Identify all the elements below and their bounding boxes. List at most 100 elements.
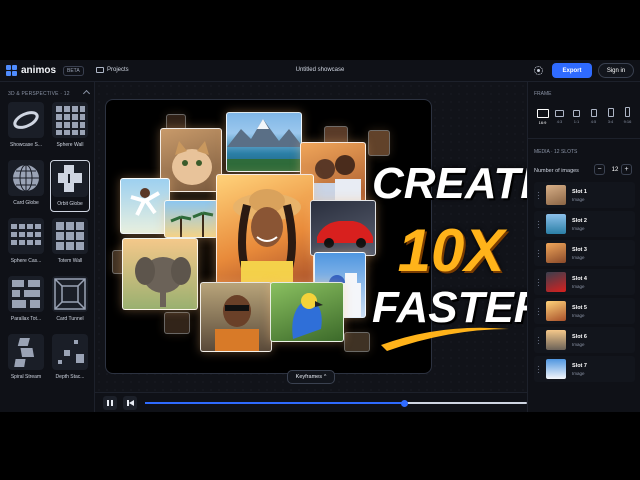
preset-label: Card Globe	[13, 200, 39, 206]
preset-thumbnail	[8, 102, 44, 138]
app-logo[interactable]: animos BETA	[6, 65, 84, 76]
drag-handle-icon[interactable]	[537, 365, 540, 373]
photo-card	[368, 130, 390, 156]
photo-card-man-sunglasses	[200, 282, 272, 352]
preset-label: Totem Wall	[57, 258, 83, 264]
preset-sphere-cascade[interactable]: Sphere Cas...	[6, 218, 46, 270]
photo-card	[344, 332, 370, 352]
media-slot[interactable]: Slot 3 Image	[534, 240, 635, 266]
pause-button[interactable]	[103, 396, 117, 410]
ratio-16-9[interactable]: 16:9	[536, 107, 549, 129]
preset-depth-stack[interactable]: Depth Stac...	[50, 334, 90, 386]
app-window: animos BETA Projects Untitled showcase E…	[0, 60, 640, 412]
beta-badge: BETA	[63, 65, 84, 76]
ratio-4-3[interactable]: 4:3	[553, 107, 566, 129]
chevron-up-icon[interactable]	[82, 89, 91, 98]
slot-thumbnail	[546, 272, 566, 292]
number-of-images-label: Number of images	[534, 168, 579, 174]
logo-icon	[6, 65, 17, 76]
headline-create: CREATE	[372, 159, 550, 208]
ratio-label: 9:16	[623, 119, 632, 124]
ratio-shape	[625, 107, 630, 117]
ratio-9-16[interactable]: 9:16	[621, 107, 634, 129]
slot-thumbnail	[546, 243, 566, 263]
slot-thumbnail	[546, 214, 566, 234]
slot-thumbnail	[546, 359, 566, 379]
export-button[interactable]: Export	[552, 63, 592, 78]
timeline-playhead[interactable]	[401, 399, 409, 407]
slot-name: Slot 6	[572, 334, 587, 340]
photo-card	[164, 312, 190, 334]
slot-thumbnail	[546, 330, 566, 350]
preset-label: Showcase S...	[10, 142, 42, 148]
ratio-label: 4:3	[556, 119, 563, 124]
keyframes-button[interactable]: Keyframes ^	[287, 370, 335, 384]
ratio-4-5[interactable]: 4:5	[587, 107, 600, 129]
slot-name: Slot 5	[572, 305, 587, 311]
media-slot[interactable]: Slot 7 Image	[534, 356, 635, 382]
ratio-3-4[interactable]: 3:4	[604, 107, 617, 129]
inspector-panel: FRAME 16:9 4:3 1:1 4:5 3:4 9:16 MEDIA · …	[527, 82, 640, 412]
drag-handle-icon[interactable]	[537, 278, 540, 286]
top-bar: animos BETA Projects Untitled showcase E…	[0, 60, 640, 82]
preset-spiral-stream[interactable]: Spiral Stream	[6, 334, 46, 386]
preset-thumbnail	[8, 160, 44, 196]
photo-card-palms	[164, 200, 218, 238]
ratio-1-1[interactable]: 1:1	[570, 107, 583, 129]
preset-card-globe[interactable]: Card Globe	[6, 160, 46, 212]
preset-orbit-globe[interactable]: Orbit Globe	[50, 160, 90, 212]
slot-type: Image	[572, 226, 585, 231]
preset-thumbnail	[52, 276, 88, 312]
ratio-shape	[555, 110, 564, 117]
drag-handle-icon[interactable]	[537, 307, 540, 315]
slot-name: Slot 4	[572, 276, 587, 282]
photo-card-woman-hat	[216, 174, 314, 286]
projects-link[interactable]: Projects	[96, 67, 129, 73]
drag-handle-icon[interactable]	[537, 191, 540, 199]
slot-thumbnail	[546, 185, 566, 205]
number-of-images-value[interactable]: 12	[609, 167, 621, 173]
keyframes-label: Keyframes	[295, 374, 322, 380]
media-slot[interactable]: Slot 2 Image	[534, 211, 635, 237]
projects-label: Projects	[107, 67, 129, 73]
theme-toggle-sun-icon[interactable]	[534, 66, 543, 75]
drag-handle-icon[interactable]	[537, 336, 540, 344]
preset-thumbnail	[8, 218, 44, 254]
preset-panel: 3D & PERSPECTIVE · 12 Showcase S... Sphe…	[0, 82, 95, 412]
increment-button[interactable]: +	[621, 164, 632, 175]
preset-label: Sphere Wall	[56, 142, 84, 148]
preset-label: Orbit Globe	[57, 201, 83, 207]
preset-totem-wall[interactable]: Totem Wall	[50, 218, 90, 270]
media-slot[interactable]: Slot 4 Image	[534, 269, 635, 295]
photo-card-red-car	[310, 200, 376, 256]
ratio-label: 4:5	[590, 119, 597, 124]
decrement-button[interactable]: −	[594, 164, 605, 175]
ratio-label: 3:4	[607, 119, 614, 124]
media-slot[interactable]: Slot 6 Image	[534, 327, 635, 353]
preset-thumbnail	[52, 161, 88, 197]
photo-card-parrot	[270, 282, 344, 342]
slot-name: Slot 7	[572, 363, 587, 369]
chevron-up-icon: ^	[323, 374, 327, 380]
photo-card-jumper	[120, 178, 170, 234]
preset-showcase[interactable]: Showcase S...	[6, 102, 46, 154]
document-title[interactable]: Untitled showcase	[296, 67, 345, 73]
canvas-stage: CREATE 10X FASTER	[95, 82, 550, 392]
pause-icon	[107, 400, 110, 406]
timeline-scrubber[interactable]	[145, 399, 527, 407]
slot-type: Image	[572, 255, 585, 260]
preset-sphere-wall[interactable]: Sphere Wall	[50, 102, 90, 154]
ratio-shape	[607, 108, 614, 117]
skip-back-button[interactable]	[123, 396, 137, 410]
drag-handle-icon[interactable]	[537, 249, 540, 257]
media-slot[interactable]: Slot 5 Image	[534, 298, 635, 324]
preset-label: Depth Stac...	[55, 374, 85, 380]
drag-handle-icon[interactable]	[537, 220, 540, 228]
preset-thumbnail	[52, 102, 88, 138]
sign-in-button[interactable]: Sign in	[598, 63, 634, 78]
timeline-progress	[145, 402, 405, 404]
media-slot[interactable]: Slot 1 Image	[534, 182, 635, 208]
preset-card-tunnel[interactable]: Card Tunnel	[50, 276, 90, 328]
slot-type: Image	[572, 284, 585, 289]
preset-parallax-totem[interactable]: Parallax Tot...	[6, 276, 46, 328]
